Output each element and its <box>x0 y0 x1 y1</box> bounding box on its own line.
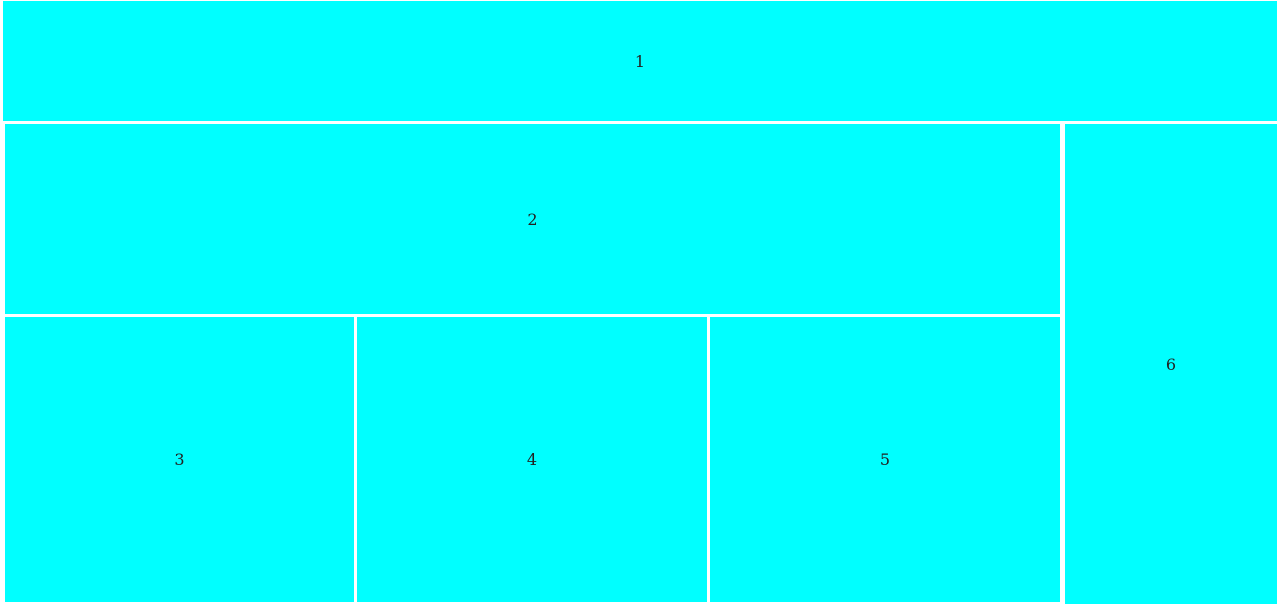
grid-cell-4: 4 <box>357 317 707 602</box>
grid-cell-6: 6 <box>1065 124 1277 604</box>
grid-cell-3: 3 <box>5 317 354 602</box>
grid-cell-label: 4 <box>526 450 538 469</box>
grid-cell-label: 2 <box>527 209 538 229</box>
grid-cell-5: 5 <box>710 317 1060 602</box>
grid-cell-2: 2 <box>5 124 1060 314</box>
grid-cell-label: 3 <box>174 450 185 469</box>
grid-cell-label: 5 <box>879 450 891 469</box>
grid-cell-label: 1 <box>634 51 646 71</box>
grid-cell-label: 6 <box>1165 354 1177 374</box>
grid-cell-1: 1 <box>3 1 1277 121</box>
